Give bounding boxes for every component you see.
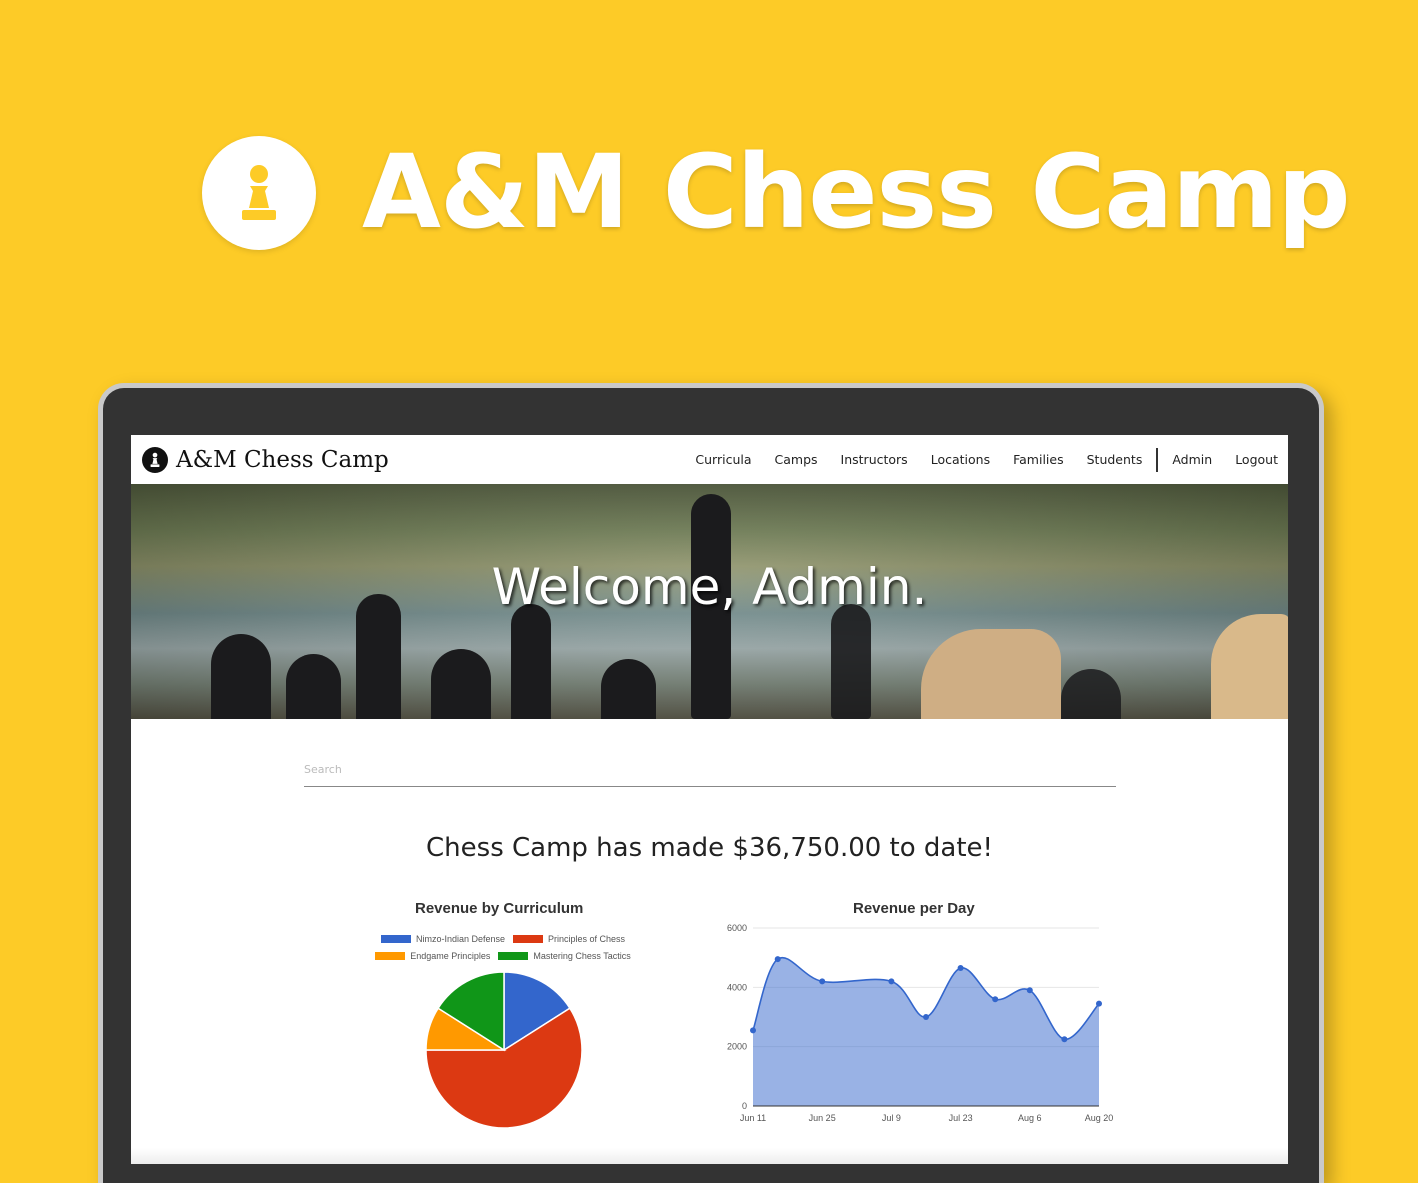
nav-curricula-link[interactable]: Curricula: [695, 452, 751, 467]
data-point: [750, 1027, 756, 1034]
nav-admin-link[interactable]: Admin: [1172, 452, 1212, 467]
data-point: [1096, 1000, 1102, 1007]
welcome-heading: Welcome, Admin.: [491, 558, 928, 616]
y-tick-label: 2000: [727, 1042, 747, 1052]
nav-students-link[interactable]: Students: [1087, 452, 1143, 467]
chess-piece-image: [511, 604, 551, 719]
area-fill: [753, 957, 1099, 1106]
chess-piece-image: [601, 659, 656, 719]
pawn-icon: [142, 446, 168, 473]
legend-swatch: [380, 934, 411, 943]
legend-swatch: [498, 951, 529, 960]
pie-chart: [425, 971, 583, 1129]
y-tick-label: 6000: [727, 923, 747, 933]
knight-piece-image: [921, 629, 1061, 719]
nav-locations-link[interactable]: Locations: [931, 452, 990, 467]
nav-brand-text: A&M Chess Camp: [176, 446, 389, 473]
legend-swatch: [513, 934, 543, 943]
line-chart-title: Revenue per Day: [853, 900, 975, 917]
x-tick-label: Aug 20: [1085, 1113, 1114, 1123]
legend-label: Mastering Chess Tactics: [533, 950, 631, 961]
data-point: [992, 996, 999, 1003]
legend-item: Endgame Principles: [375, 951, 490, 961]
data-point: [1061, 1036, 1068, 1043]
search-bar: [304, 755, 1116, 787]
banner: A&M Chess Camp: [202, 136, 1350, 250]
nav-divider: [1156, 447, 1159, 472]
pie-chart-title: Revenue by Curriculum: [415, 900, 584, 917]
legend-swatch: [375, 951, 406, 960]
y-tick-label: 0: [742, 1101, 747, 1111]
banner-logo: [202, 136, 316, 250]
legend-label: Endgame Principles: [410, 950, 491, 961]
chess-piece-image: [286, 654, 341, 719]
legend-label: Principles of Chess: [548, 933, 626, 944]
area-chart: 0 2000 4000 6000 Jun 11 Jun 25 Jul 9 Jul 23 Aug …: [727, 923, 1114, 1123]
nav-families-link[interactable]: Families: [1013, 452, 1064, 467]
nav-logout-link[interactable]: Logout: [1235, 452, 1278, 467]
data-point: [888, 978, 895, 985]
chess-piece-image: [211, 634, 271, 719]
data-point: [774, 956, 781, 963]
banner-title: A&M Chess Camp: [362, 133, 1350, 252]
legend-item: Nimzo-Indian Defense: [380, 933, 505, 944]
navbar: A&M Chess Camp Curricula Camps Instructo…: [131, 435, 1288, 485]
pie-chart-legend: Nimzo-Indian Defense Principles of Chess…: [353, 930, 653, 964]
legend-label: Nimzo-Indian Defense: [415, 933, 505, 944]
data-point: [819, 978, 826, 985]
revenue-total-text: Chess Camp has made $36,750.00 to date!: [426, 833, 993, 863]
data-point: [1026, 987, 1033, 994]
hero-banner: Welcome, Admin.: [131, 484, 1288, 719]
x-tick-label: Aug 6: [1018, 1113, 1042, 1123]
search-input[interactable]: [304, 755, 1116, 787]
legend-item: Mastering Chess Tactics: [498, 950, 631, 961]
y-tick-label: 4000: [727, 982, 747, 992]
chess-piece-image: [831, 604, 871, 719]
screen-bottom-fade: [131, 1148, 1288, 1164]
browser-screen: A&M Chess Camp Curricula Camps Instructo…: [131, 435, 1288, 1164]
chess-piece-image: [431, 649, 491, 719]
nav-links: Curricula Camps Instructors Locations Fa…: [695, 435, 1278, 484]
pawn-icon: [242, 165, 276, 220]
nav-camps-link[interactable]: Camps: [775, 452, 818, 467]
nav-brand[interactable]: A&M Chess Camp: [142, 446, 389, 473]
legend-item: Principles of Chess: [513, 934, 625, 944]
nav-instructors-link[interactable]: Instructors: [841, 452, 908, 467]
x-tick-label: Jul 23: [949, 1113, 973, 1123]
x-tick-label: Jun 11: [740, 1113, 766, 1123]
data-point: [957, 965, 964, 972]
data-point: [923, 1014, 929, 1020]
x-tick-label: Jul 9: [882, 1113, 901, 1123]
x-tick-label: Jun 25: [809, 1113, 836, 1123]
